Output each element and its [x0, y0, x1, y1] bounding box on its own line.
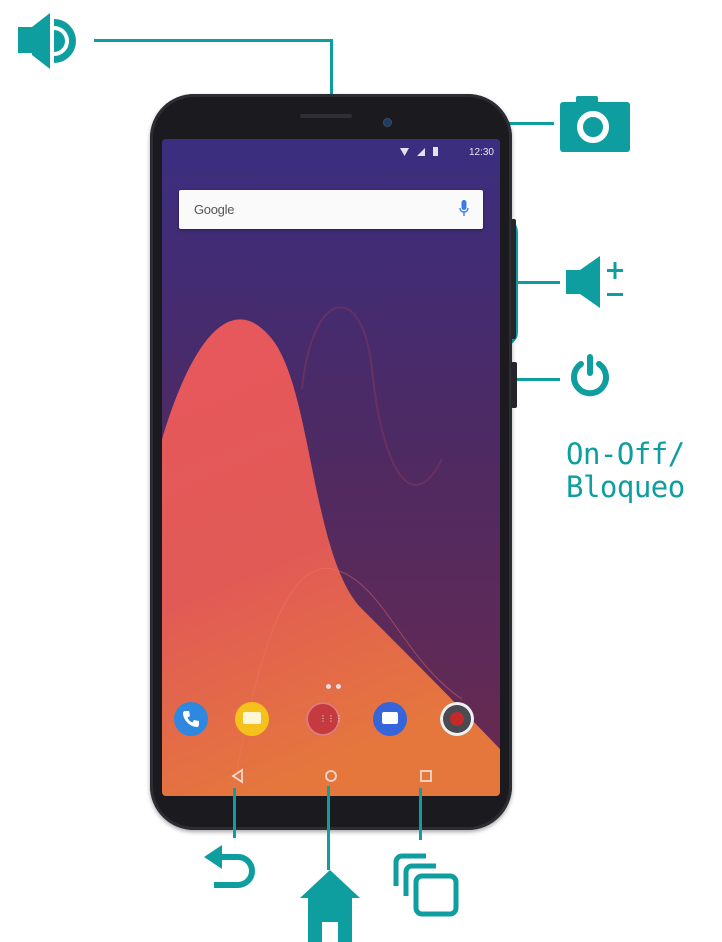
navigation-bar — [162, 756, 500, 796]
home-icon — [300, 870, 360, 942]
battery-icon — [433, 147, 438, 156]
recents-callout-line — [419, 788, 422, 840]
earpiece — [300, 114, 352, 118]
phone-icon[interactable] — [174, 702, 208, 736]
recents-button[interactable] — [416, 766, 436, 786]
google-logo: Google — [194, 202, 235, 217]
home-button[interactable] — [321, 766, 341, 786]
home-callout-line — [327, 786, 330, 870]
earpiece-callout-line — [94, 39, 333, 42]
wallpaper — [162, 139, 500, 796]
search-bar[interactable]: Google — [179, 190, 483, 229]
signal-icon — [417, 148, 425, 156]
speaker-icon — [18, 13, 80, 69]
page-indicator — [326, 674, 346, 693]
email-icon[interactable] — [373, 702, 407, 736]
messages-icon[interactable] — [235, 702, 269, 736]
volume-rocker[interactable] — [511, 219, 516, 339]
wifi-icon — [400, 148, 409, 156]
volume-callout-line — [516, 281, 560, 284]
camera-app-icon[interactable] — [440, 702, 474, 736]
front-camera-lens — [384, 119, 391, 126]
phone-screen: 12:30 Google ⋮⋮⋮ — [162, 139, 500, 796]
smartphone: 12:30 Google ⋮⋮⋮ — [150, 94, 517, 830]
microphone-icon[interactable] — [459, 200, 469, 218]
camera-icon — [560, 96, 630, 152]
power-button[interactable] — [511, 362, 517, 408]
power-label: On-Off/ Bloqueo — [566, 437, 685, 504]
recent-apps-icon — [392, 852, 462, 918]
volume-icon — [566, 253, 630, 311]
back-button[interactable] — [228, 766, 248, 786]
app-drawer-icon[interactable]: ⋮⋮⋮ — [306, 702, 343, 736]
power-callout-line — [512, 378, 560, 381]
back-arrow-icon — [204, 845, 266, 897]
back-callout-line — [233, 788, 236, 838]
status-bar: 12:30 — [162, 139, 500, 167]
status-time: 12:30 — [468, 147, 494, 158]
power-icon — [568, 352, 612, 400]
